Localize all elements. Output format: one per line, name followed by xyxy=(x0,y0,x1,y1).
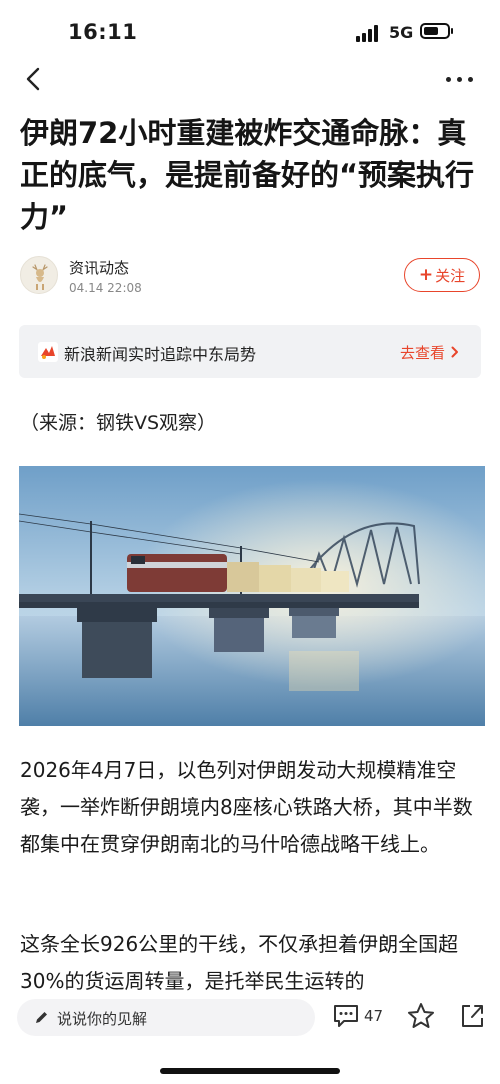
comment-count: 47 xyxy=(364,1007,384,1025)
share-icon[interactable] xyxy=(458,1002,486,1030)
sina-logo-icon xyxy=(38,342,58,362)
comment-placeholder: 说说你的见解 xyxy=(57,1010,148,1028)
train-bridge-image xyxy=(19,466,485,726)
banner-text: 新浪新闻实时追踪中东局势 xyxy=(64,345,257,364)
network-label: 5G xyxy=(389,23,414,42)
signal-icon xyxy=(356,24,382,42)
more-icon xyxy=(446,77,451,82)
plus-icon: + xyxy=(418,265,434,285)
source-line: （来源：钢铁VS观察） xyxy=(20,412,217,434)
pencil-icon xyxy=(36,1012,47,1023)
battery-icon xyxy=(420,23,453,39)
top-nav xyxy=(0,60,500,100)
status-bar: 16:11 5G xyxy=(0,0,500,64)
publish-time: 04.14 22:08 xyxy=(69,281,142,295)
star-icon[interactable] xyxy=(406,1001,436,1031)
comment-input[interactable]: 说说你的见解 xyxy=(17,999,315,1036)
follow-button[interactable]: + 关注 xyxy=(404,258,480,292)
paragraph: 这条全长926公里的干线，不仅承担着伊朗全国超30%的货运周转量，是托举民生运转… xyxy=(20,932,459,993)
author-name[interactable]: 资讯动态 xyxy=(69,257,129,278)
more-button[interactable] xyxy=(446,66,476,90)
back-icon xyxy=(26,67,40,91)
news-banner[interactable]: 新浪新闻实时追踪中东局势 去查看 xyxy=(19,325,481,378)
avatar[interactable] xyxy=(20,256,58,294)
author-row: 资讯动态 04.14 22:08 + 关注 xyxy=(20,254,480,300)
home-indicator xyxy=(160,1068,340,1074)
banner-link[interactable]: 去查看 xyxy=(400,342,445,363)
chevron-right-icon xyxy=(451,346,458,358)
deer-avatar-icon xyxy=(32,264,48,290)
back-button[interactable] xyxy=(20,64,48,94)
status-time: 16:11 xyxy=(68,20,138,44)
article-title: 伊朗72小时重建被炸交通命脉：真正的底气，是提前备好的“预案执行力” xyxy=(20,116,475,234)
paragraph: 2026年4月7日，以色列对伊朗发动大规模精准空袭，一举炸断伊朗境内8座核心铁路… xyxy=(20,758,473,856)
comment-icon[interactable] xyxy=(332,1003,360,1029)
follow-label: 关注 xyxy=(435,266,466,285)
bottom-bar: 说说你的见解 47 xyxy=(0,993,500,1084)
article-photo[interactable] xyxy=(19,466,485,726)
